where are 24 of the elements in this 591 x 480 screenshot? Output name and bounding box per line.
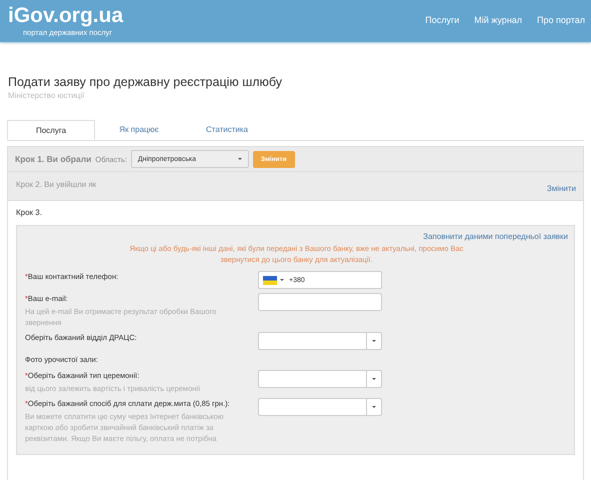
- caret-icon: [238, 158, 242, 160]
- prefill-link[interactable]: Заповнити даними попередньої заявки: [423, 232, 568, 241]
- caret-icon: [372, 340, 376, 342]
- caret-icon: [372, 378, 376, 380]
- step-label: Крок 1. Ви обрали: [15, 154, 92, 164]
- step-label: Крок 3.: [16, 208, 43, 217]
- select-field[interactable]: [258, 370, 382, 388]
- tab[interactable]: Статистика: [183, 120, 271, 140]
- change-link[interactable]: Змінити: [546, 184, 576, 200]
- select-field[interactable]: [258, 398, 382, 416]
- nav-link[interactable]: Мій журнал: [474, 15, 522, 25]
- site-logo[interactable]: iGov.org.ua: [8, 5, 124, 27]
- step-label: Крок 2. Ви увійшли як: [16, 180, 96, 191]
- tab[interactable]: Послуга: [7, 120, 95, 140]
- input-field[interactable]: [258, 293, 382, 311]
- page-title: Подати заяву про державну реєстрацію шлюбу: [8, 75, 284, 89]
- flag-icon: [263, 276, 277, 284]
- nav-link[interactable]: Послуги: [425, 15, 460, 25]
- tab[interactable]: Як працює: [95, 120, 183, 140]
- caret-icon: [372, 406, 376, 408]
- caret-icon: [280, 279, 284, 281]
- nav-link[interactable]: Про портал: [537, 15, 585, 25]
- page-subtitle: Міністерство юстиції: [8, 91, 86, 100]
- select-field[interactable]: [258, 332, 382, 350]
